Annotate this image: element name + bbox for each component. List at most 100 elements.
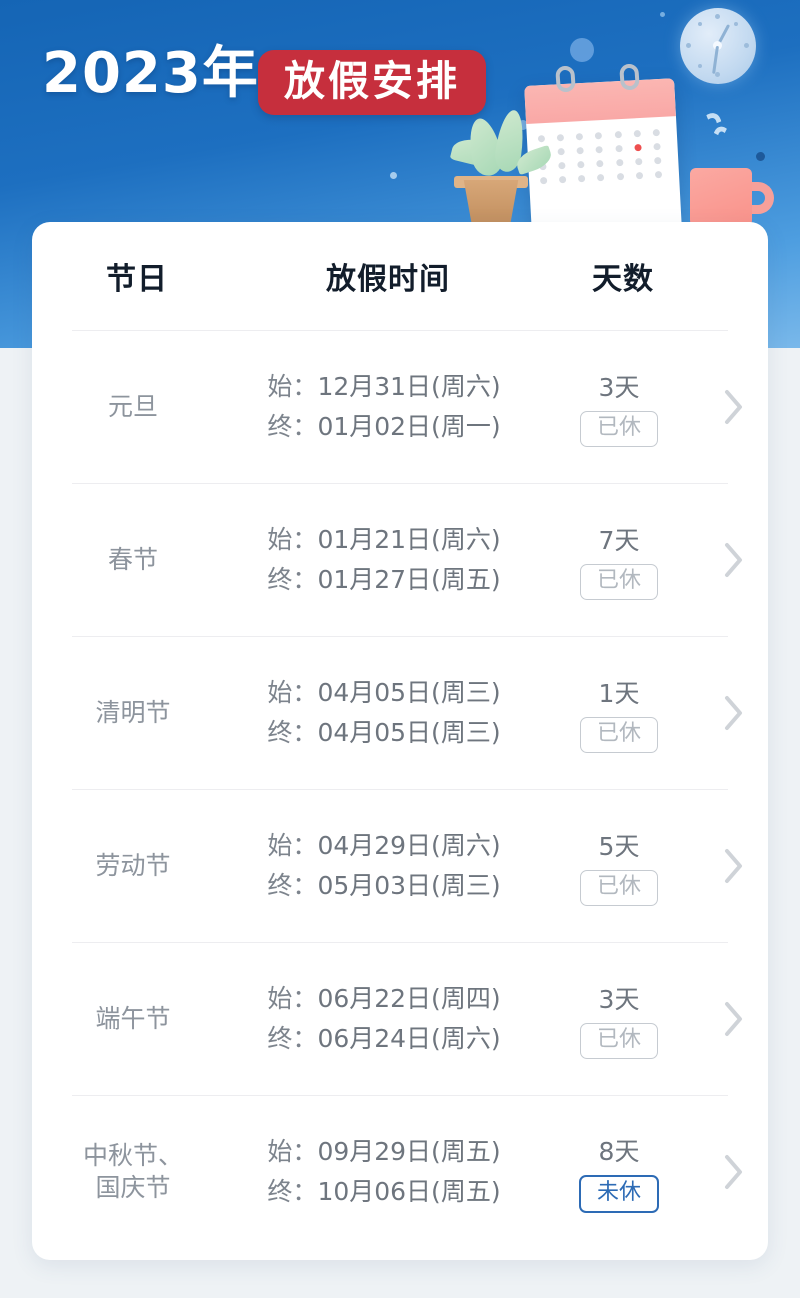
holiday-rows: 元旦 始：12月31日(周六) 终：01月02日(周一) 3天 已休 春节 始：01月21日… [32, 331, 768, 1248]
holiday-days-count: 7天 [598, 525, 640, 555]
holiday-days-cell: 1天已休 [534, 674, 704, 753]
holiday-end-date: 终：05月03日(周三) [267, 866, 500, 907]
start-value: 04月29日(周六) [317, 830, 501, 860]
end-value: 05月03日(周三) [317, 871, 501, 900]
holiday-end-date: 终：06月24日(周六) [267, 1019, 500, 1060]
start-value: 09月29日(周五) [317, 1136, 501, 1166]
holiday-days-cell: 7天已休 [534, 521, 704, 600]
table-row[interactable]: 端午节 始：06月22日(周四) 终：06月24日(周六) 3天 已休 [32, 943, 768, 1095]
table-row[interactable]: 中秋节、 国庆节 始：09月29日(周五) 终：10月06日(周五) 8天 未休 [32, 1096, 768, 1248]
clock-icon [680, 8, 756, 84]
status-badge: 已休 [579, 869, 658, 906]
table-header-row: 节日 放假时间 天数 [32, 222, 768, 330]
holiday-name: 元旦 [107, 392, 158, 421]
column-header-holiday: 节日 [106, 262, 168, 297]
holiday-start-date: 始：04月05日(周三) [267, 673, 500, 714]
decorative-dot-icon [390, 172, 397, 179]
end-label: 终： [267, 871, 318, 900]
table-row[interactable]: 元旦 始：12月31日(周六) 终：01月02日(周一) 3天 已休 [32, 331, 768, 483]
end-label: 终： [267, 718, 318, 747]
end-value: 01月27日(周五) [317, 565, 501, 594]
holiday-days-cell: 3天已休 [534, 980, 704, 1059]
start-label: 始： [267, 1136, 318, 1166]
chevron-right-icon[interactable] [704, 388, 764, 426]
mug-icon [690, 168, 752, 230]
start-label: 始： [267, 830, 318, 860]
table-row[interactable]: 劳动节 始：04月29日(周六) 终：05月03日(周三) 5天 已休 [32, 790, 768, 942]
start-label: 始： [267, 371, 318, 401]
holiday-start-date: 始：01月21日(周六) [267, 520, 500, 561]
holiday-end-date: 终：01月27日(周五) [267, 560, 500, 601]
status-badge: 未休 [578, 1174, 659, 1213]
decorative-dot-icon [660, 12, 665, 17]
steam-icon [708, 123, 742, 167]
start-value: 01月21日(周六) [317, 524, 501, 554]
holiday-days-count: 3天 [598, 372, 640, 402]
chevron-right-icon[interactable] [704, 694, 764, 732]
holiday-days-count: 8天 [598, 1136, 640, 1166]
holiday-start-date: 始：09月29日(周五) [267, 1132, 500, 1173]
end-label: 终： [267, 1024, 318, 1053]
holiday-time-cell: 始：04月05日(周三) 终：04月05日(周三) [234, 673, 534, 754]
holiday-start-date: 始：12月31日(周六) [267, 367, 500, 408]
end-value: 04月05日(周三) [317, 718, 501, 747]
holiday-time-cell: 始：01月21日(周六) 终：01月27日(周五) [234, 520, 534, 601]
start-value: 04月05日(周三) [317, 677, 501, 707]
holiday-end-date: 终：10月06日(周五) [267, 1172, 500, 1213]
chevron-right-icon[interactable] [704, 1153, 764, 1191]
end-label: 终： [267, 1177, 318, 1206]
table-row[interactable]: 春节 始：01月21日(周六) 终：01月27日(周五) 7天 已休 [32, 484, 768, 636]
start-label: 始： [267, 677, 318, 707]
decorative-dot-icon [570, 38, 594, 62]
holiday-name: 清明节 [95, 698, 171, 727]
status-badge: 已休 [579, 1022, 658, 1059]
start-label: 始： [267, 983, 318, 1013]
holiday-name-cell: 春节 [32, 544, 234, 576]
holiday-start-date: 始：04月29日(周六) [267, 826, 500, 867]
holiday-days-count: 5天 [598, 831, 640, 861]
holiday-name-cell: 端午节 [32, 1003, 234, 1035]
start-value: 06月22日(周四) [317, 983, 501, 1013]
holiday-name: 劳动节 [95, 851, 171, 880]
holiday-name: 端午节 [95, 1004, 171, 1033]
chevron-right-icon[interactable] [704, 1000, 764, 1038]
calendar-ring-icon [619, 63, 640, 91]
column-header-time: 放假时间 [326, 262, 450, 297]
plant-pot-icon [463, 180, 519, 228]
holiday-time-cell: 始：12月31日(周六) 终：01月02日(周一) [234, 367, 534, 448]
holiday-time-cell: 始：06月22日(周四) 终：06月24日(周六) [234, 979, 534, 1060]
holiday-days-count: 1天 [598, 678, 640, 708]
end-value: 10月06日(周五) [317, 1177, 501, 1206]
end-label: 终： [267, 412, 318, 441]
holiday-end-date: 终：01月02日(周一) [267, 407, 500, 448]
decorative-dot-icon [756, 152, 765, 161]
holiday-name-line2: 国庆节 [95, 1173, 171, 1202]
table-row[interactable]: 清明节 始：04月05日(周三) 终：04月05日(周三) 1天 已休 [32, 637, 768, 789]
calendar-ring-icon [555, 65, 576, 93]
end-value: 06月24日(周六) [317, 1024, 501, 1053]
holiday-name: 中秋节、 [82, 1141, 183, 1170]
holiday-time-cell: 始：09月29日(周五) 终：10月06日(周五) [234, 1132, 534, 1213]
chevron-right-icon[interactable] [704, 541, 764, 579]
chevron-right-icon[interactable] [704, 847, 764, 885]
status-badge: 已休 [579, 716, 658, 753]
status-badge: 已休 [579, 563, 658, 600]
holiday-days-count: 3天 [598, 984, 640, 1014]
holiday-end-date: 终：04月05日(周三) [267, 713, 500, 754]
holiday-start-date: 始：06月22日(周四) [267, 979, 500, 1020]
holiday-name-cell: 清明节 [32, 697, 234, 729]
holiday-name-cell: 元旦 [32, 391, 234, 423]
holiday-days-cell: 3天 已休 [534, 368, 704, 447]
banner-year-title: 2023年 [42, 41, 259, 106]
banner-title-badge: 放假安排 [258, 50, 486, 115]
end-label: 终： [267, 565, 318, 594]
holiday-time-cell: 始：04月29日(周六) 终：05月03日(周三) [234, 826, 534, 907]
start-label: 始： [267, 524, 318, 554]
holiday-name: 春节 [107, 545, 158, 574]
start-value: 12月31日(周六) [317, 371, 501, 401]
holiday-schedule-card: 节日 放假时间 天数 元旦 始：12月31日(周六) 终：01月02日(周一) 3天已… [32, 222, 768, 1260]
holiday-days-cell: 8天未休 [534, 1132, 704, 1213]
holiday-name-cell: 中秋节、 国庆节 [32, 1140, 234, 1204]
holiday-name-cell: 劳动节 [32, 850, 234, 882]
holiday-days-cell: 5天已休 [534, 827, 704, 906]
